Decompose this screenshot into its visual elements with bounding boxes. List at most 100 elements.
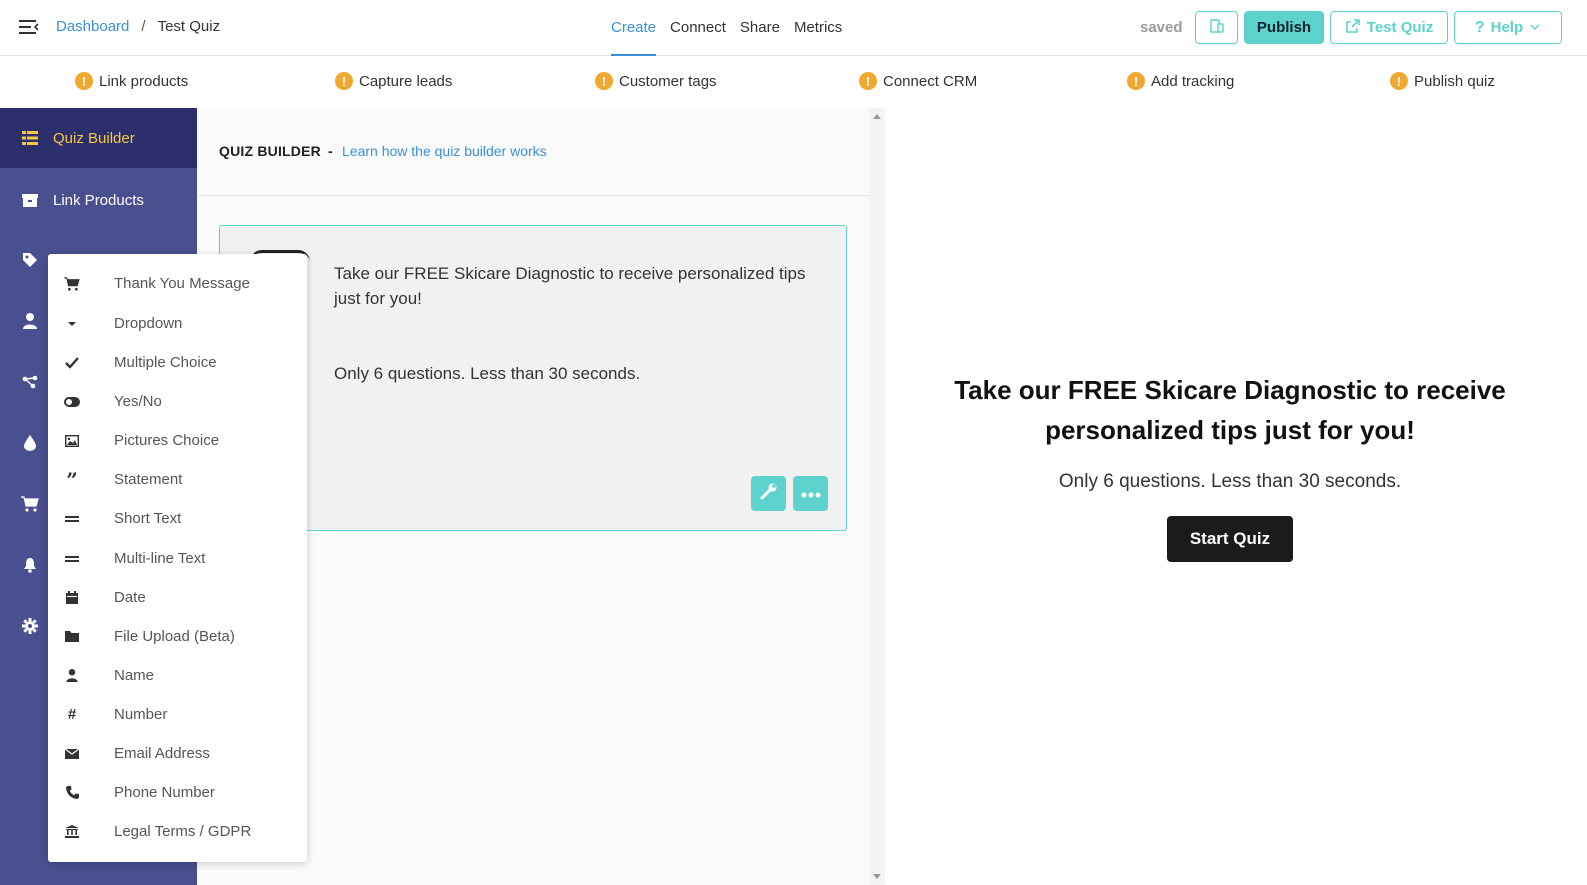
menu-item-label: Statement [114,471,183,488]
sidebar-item-quiz-builder[interactable]: Quiz Builder [0,108,197,168]
scroll-down-arrow-icon[interactable] [873,874,881,879]
edit-question-button[interactable] [751,476,786,511]
check-icon [64,355,80,371]
menu-item-label: Legal Terms / GDPR [114,823,252,840]
builder-title-separator: - [328,143,333,159]
wrench-icon [759,481,779,506]
menu-item-label: Number [114,706,168,723]
checklist-label: Publish quiz [1414,72,1495,90]
device-preview-button[interactable] [1195,11,1238,44]
publish-button[interactable]: Publish [1244,11,1324,44]
menu-item-file-upload[interactable]: File Upload (Beta) [48,617,307,656]
hash-icon: # [67,706,77,723]
equals-icon [64,511,80,527]
calendar-icon [64,590,80,606]
menu-item-label: Email Address [114,745,210,762]
start-quiz-button[interactable]: Start Quiz [1167,516,1293,562]
sidebar-item-link-products[interactable]: Link Products [0,170,197,230]
question-text: Take our FREE Skicare Diagnostic to rece… [334,264,806,308]
phone-icon [64,785,80,801]
question-subtext: Only 6 questions. Less than 30 seconds. [334,364,641,383]
builder-title: QUIZ BUILDER [219,143,321,159]
caret-down-icon [64,316,80,332]
test-quiz-label: Test Quiz [1366,19,1434,36]
warning-icon: ! [1127,72,1145,90]
menu-item-label: Dropdown [114,315,183,332]
warning-icon: ! [75,72,93,90]
preview-title: Take our FREE Skicare Diagnostic to rece… [925,370,1535,450]
envelope-icon [64,746,80,762]
question-icon: ? [1474,18,1485,36]
warning-icon: ! [335,72,353,90]
top-bar: Dashboard / Test Quiz Create Connect Sha… [0,0,1587,56]
folder-icon [64,629,80,645]
menu-item-pictures-choice[interactable]: Pictures Choice [48,421,307,460]
menu-item-label: Multi-line Text [114,550,206,567]
help-button[interactable]: ? Help [1454,11,1562,44]
cart-icon [64,276,80,292]
builder-scrollbar[interactable] [869,108,885,885]
breadcrumb: Dashboard / Test Quiz [56,18,220,35]
checklist-link-products[interactable]: ! Link products [75,72,188,90]
drop-icon [21,434,39,452]
box-icon [21,191,39,209]
tab-connect[interactable]: Connect [670,0,726,56]
breadcrumb-current: Test Quiz [157,18,221,35]
breadcrumb-separator: / [141,18,146,35]
checklist-add-tracking[interactable]: ! Add tracking [1127,72,1234,90]
menu-item-legal-terms[interactable]: Legal Terms / GDPR [48,812,307,851]
sidebar-item-label: Quiz Builder [53,129,135,147]
menu-item-label: Short Text [114,510,182,527]
save-status: saved [1140,19,1183,36]
tab-metrics[interactable]: Metrics [794,0,842,56]
sidebar-item-label: Link Products [53,191,144,209]
menu-item-date[interactable]: Date [48,578,307,617]
menu-item-number[interactable]: # Number [48,695,307,734]
scroll-up-arrow-icon[interactable] [873,114,881,119]
menu-item-short-text[interactable]: Short Text [48,499,307,538]
checklist-capture-leads[interactable]: ! Capture leads [335,72,452,90]
test-quiz-button[interactable]: Test Quiz [1330,11,1448,44]
menu-item-label: Multiple Choice [114,354,217,371]
menu-item-name[interactable]: Name [48,656,307,695]
menu-item-yes-no[interactable]: Yes/No [48,382,307,421]
setup-checklist: ! Link products ! Capture leads ! Custom… [0,56,1587,108]
tab-share[interactable]: Share [740,0,780,56]
menu-item-email-address[interactable]: Email Address [48,734,307,773]
checklist-customer-tags[interactable]: ! Customer tags [595,72,717,90]
tag-icon [21,251,39,269]
menu-item-label: File Upload (Beta) [114,628,235,645]
checklist-publish-quiz[interactable]: ! Publish quiz [1390,72,1495,90]
checklist-label: Add tracking [1151,72,1235,90]
breadcrumb-dashboard-link[interactable]: Dashboard [56,18,129,35]
menu-item-dropdown[interactable]: Dropdown [48,304,307,343]
chevron-down-icon [1529,19,1541,36]
more-options-button[interactable] [793,476,828,511]
menu-item-multi-line-text[interactable]: Multi-line Text [48,539,307,578]
tab-create[interactable]: Create [611,0,657,56]
learn-more-link[interactable]: Learn how the quiz builder works [342,143,547,159]
equals-icon [64,551,80,567]
bank-icon [64,824,80,840]
menu-item-phone-number[interactable]: Phone Number [48,773,307,812]
quote-icon: ” [66,467,78,492]
warning-icon: ! [1390,72,1408,90]
menu-item-label: Yes/No [114,393,162,410]
menu-item-thank-you-message[interactable]: Thank You Message [48,264,307,303]
checklist-label: Capture leads [359,72,453,90]
warning-icon: ! [595,72,613,90]
gear-icon [21,617,39,635]
warning-icon: ! [859,72,877,90]
preview-title-prefix: Take our [954,375,1068,405]
question-card[interactable]: Take our FREE Skicare Diagnostic to rece… [219,225,847,531]
menu-item-statement[interactable]: ” Statement [48,460,307,499]
checklist-label: Connect CRM [883,72,978,90]
checklist-connect-crm[interactable]: ! Connect CRM [859,72,977,90]
menu-item-label: Phone Number [114,784,215,801]
menu-collapse-icon[interactable] [18,17,40,37]
list-icon [21,129,39,147]
checklist-label: Customer tags [619,72,717,90]
image-icon [64,433,80,449]
menu-item-multiple-choice[interactable]: Multiple Choice [48,343,307,382]
share-icon [21,373,39,391]
